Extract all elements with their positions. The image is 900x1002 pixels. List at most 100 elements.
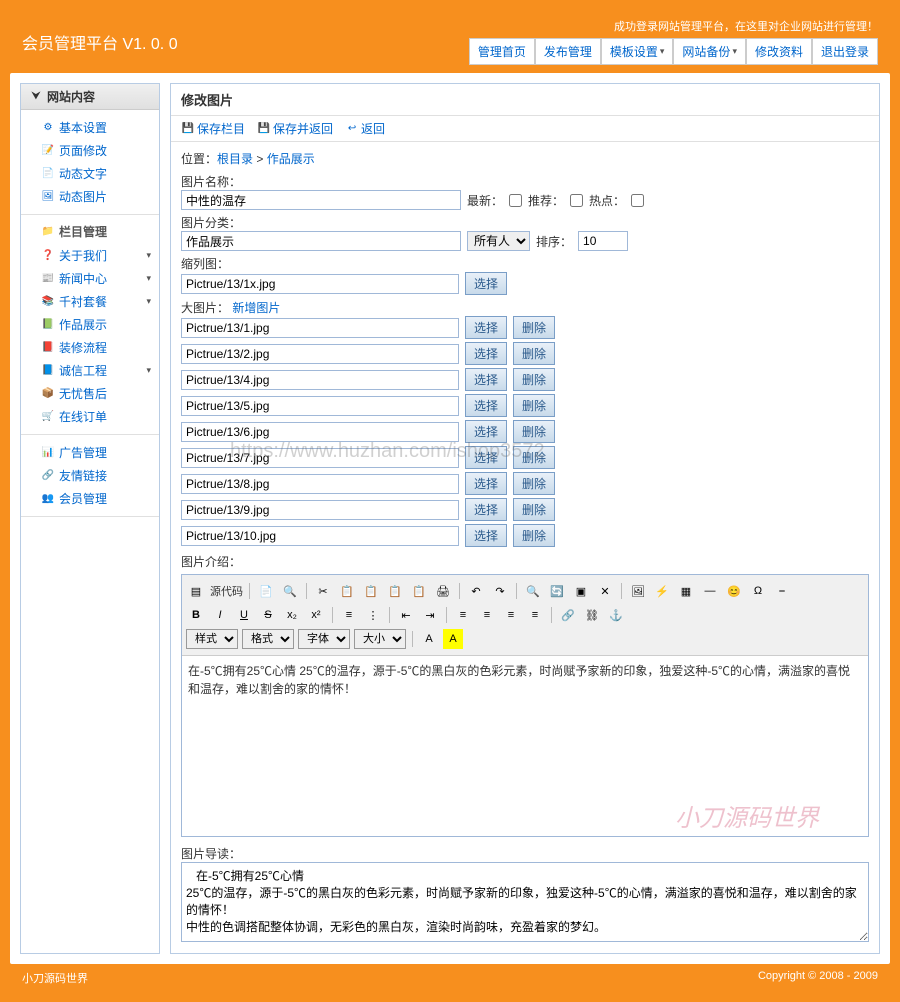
- bigpic-input[interactable]: [181, 448, 459, 468]
- ed-source-icon[interactable]: ▤: [186, 581, 206, 601]
- sidebar-item[interactable]: 📗作品展示: [21, 313, 159, 336]
- visibility-select[interactable]: 所有人: [467, 231, 530, 251]
- ed-font-select[interactable]: 字体: [298, 629, 350, 649]
- ed-clear-icon[interactable]: ✕: [595, 581, 615, 601]
- ed-anchor-icon[interactable]: ⚓: [606, 605, 626, 625]
- ed-align-left-icon[interactable]: ≡: [453, 605, 473, 625]
- ed-size-select[interactable]: 大小: [354, 629, 406, 649]
- order-input[interactable]: [578, 231, 628, 251]
- ed-new-icon[interactable]: 📄: [256, 581, 276, 601]
- sidebar-item[interactable]: 📊广告管理: [21, 441, 159, 464]
- bigpic-input[interactable]: [181, 474, 459, 494]
- bigpic-delete-button[interactable]: 删除: [513, 420, 555, 443]
- ed-redo-icon[interactable]: ↷: [490, 581, 510, 601]
- toolbar-btn-2[interactable]: ↩返回: [345, 120, 385, 137]
- ed-bgcolor-icon[interactable]: A: [443, 629, 463, 649]
- ed-unlink-icon[interactable]: ⛓: [582, 605, 602, 625]
- ed-undo-icon[interactable]: ↶: [466, 581, 486, 601]
- bigpic-input[interactable]: [181, 318, 459, 338]
- ed-paste-word-icon[interactable]: 📋: [409, 581, 429, 601]
- sidebar-item[interactable]: 📄动态文字: [21, 162, 159, 185]
- sidebar-item[interactable]: 🖼动态图片: [21, 185, 159, 208]
- ed-link-icon[interactable]: 🔗: [558, 605, 578, 625]
- bigpic-input[interactable]: [181, 396, 459, 416]
- bigpic-select-button[interactable]: 选择: [465, 446, 507, 469]
- pic-name-input[interactable]: [181, 190, 461, 210]
- sidebar-item[interactable]: 👥会员管理: [21, 487, 159, 510]
- ed-format-select[interactable]: 格式: [242, 629, 294, 649]
- ed-italic-icon[interactable]: I: [210, 605, 230, 625]
- nav-btn-5[interactable]: 退出登录: [812, 38, 878, 65]
- bigpic-delete-button[interactable]: 删除: [513, 472, 555, 495]
- ed-pagebreak-icon[interactable]: ⎯: [772, 581, 792, 601]
- bigpic-select-button[interactable]: 选择: [465, 472, 507, 495]
- category-input[interactable]: [181, 231, 461, 251]
- bigpic-input[interactable]: [181, 422, 459, 442]
- bigpic-input[interactable]: [181, 344, 459, 364]
- ed-image-icon[interactable]: 🖼: [628, 581, 648, 601]
- sidebar-item[interactable]: ⚙基本设置: [21, 116, 159, 139]
- ed-align-right-icon[interactable]: ≡: [501, 605, 521, 625]
- ed-ol-icon[interactable]: ≡: [339, 605, 359, 625]
- bigpic-select-button[interactable]: 选择: [465, 394, 507, 417]
- sidebar-item[interactable]: 📦无忧售后: [21, 382, 159, 405]
- sidebar-item[interactable]: ❓关于我们▾: [21, 244, 159, 267]
- bigpic-input[interactable]: [181, 370, 459, 390]
- nav-btn-3[interactable]: 网站备份▾: [673, 38, 746, 65]
- sidebar-item[interactable]: 📘诚信工程▾: [21, 359, 159, 382]
- guide-textarea[interactable]: [181, 862, 869, 942]
- ed-underline-icon[interactable]: U: [234, 605, 254, 625]
- sidebar-item[interactable]: 📝页面修改: [21, 139, 159, 162]
- ed-copy-icon[interactable]: 📋: [337, 581, 357, 601]
- bigpic-select-button[interactable]: 选择: [465, 316, 507, 339]
- ed-style-select[interactable]: 样式: [186, 629, 238, 649]
- bigpic-select-button[interactable]: 选择: [465, 368, 507, 391]
- bigpic-delete-button[interactable]: 删除: [513, 446, 555, 469]
- bigpic-input[interactable]: [181, 526, 459, 546]
- expand-icon[interactable]: ▾: [146, 365, 151, 376]
- ed-ul-icon[interactable]: ⋮: [363, 605, 383, 625]
- latest-checkbox[interactable]: [509, 194, 522, 207]
- nav-btn-0[interactable]: 管理首页: [469, 38, 535, 65]
- collapse-icon[interactable]: ⮟: [29, 90, 43, 104]
- bigpic-select-button[interactable]: 选择: [465, 524, 507, 547]
- toolbar-btn-1[interactable]: 💾保存并返回: [257, 120, 333, 137]
- ed-sup-icon[interactable]: x²: [306, 605, 326, 625]
- expand-icon[interactable]: ▾: [146, 273, 151, 284]
- thumb-select-button[interactable]: 选择: [465, 272, 507, 295]
- bigpic-delete-button[interactable]: 删除: [513, 316, 555, 339]
- editor-content-area[interactable]: 在-5℃拥有25℃心情 25℃的温存，源于-5℃的黑白灰的色彩元素，时尚赋予家新…: [182, 656, 868, 836]
- ed-align-justify-icon[interactable]: ≡: [525, 605, 545, 625]
- ed-cut-icon[interactable]: ✂: [313, 581, 333, 601]
- ed-table-icon[interactable]: ▦: [676, 581, 696, 601]
- sidebar-item[interactable]: 🛒在线订单: [21, 405, 159, 428]
- bigpic-delete-button[interactable]: 删除: [513, 498, 555, 521]
- ed-replace-icon[interactable]: 🔄: [547, 581, 567, 601]
- hot-checkbox[interactable]: [631, 194, 644, 207]
- ed-find-icon[interactable]: 🔍: [523, 581, 543, 601]
- bigpic-select-button[interactable]: 选择: [465, 342, 507, 365]
- ed-paste-text-icon[interactable]: 📋: [385, 581, 405, 601]
- bigpic-delete-button[interactable]: 删除: [513, 342, 555, 365]
- ed-sub-icon[interactable]: x₂: [282, 605, 302, 625]
- bigpic-delete-button[interactable]: 删除: [513, 368, 555, 391]
- bigpic-input[interactable]: [181, 500, 459, 520]
- nav-btn-1[interactable]: 发布管理: [535, 38, 601, 65]
- recommend-checkbox[interactable]: [570, 194, 583, 207]
- ed-outdent-icon[interactable]: ⇤: [396, 605, 416, 625]
- ed-strike-icon[interactable]: S: [258, 605, 278, 625]
- ed-align-center-icon[interactable]: ≡: [477, 605, 497, 625]
- ed-indent-icon[interactable]: ⇥: [420, 605, 440, 625]
- ed-print-icon[interactable]: 🖨: [433, 581, 453, 601]
- ed-selectall-icon[interactable]: ▣: [571, 581, 591, 601]
- ed-source-label[interactable]: 源代码: [210, 583, 243, 599]
- ed-textcolor-icon[interactable]: A: [419, 629, 439, 649]
- breadcrumb-current[interactable]: 作品展示: [267, 152, 315, 166]
- nav-btn-2[interactable]: 模板设置▾: [601, 38, 674, 65]
- sidebar-item[interactable]: 📕装修流程: [21, 336, 159, 359]
- breadcrumb-root[interactable]: 根目录: [217, 152, 253, 166]
- sidebar-item[interactable]: 📰新闻中心▾: [21, 267, 159, 290]
- toolbar-btn-0[interactable]: 💾保存栏目: [181, 120, 245, 137]
- ed-flash-icon[interactable]: ⚡: [652, 581, 672, 601]
- ed-hr-icon[interactable]: ―: [700, 581, 720, 601]
